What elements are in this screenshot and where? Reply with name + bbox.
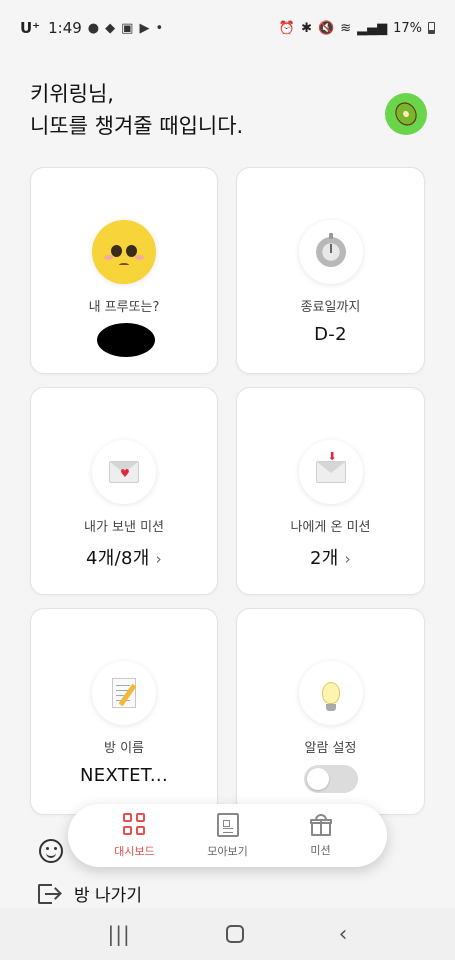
alarm-toggle[interactable] <box>303 765 358 793</box>
avatar[interactable] <box>385 93 427 135</box>
greeting: 키위링님, 니또를 챙겨줄 때입니다. <box>30 78 243 142</box>
gallery-icon: ▣ <box>121 20 134 36</box>
message-icon: ● <box>87 20 100 36</box>
card-alarm: 알람 설정 <box>236 608 425 815</box>
gift-icon <box>309 813 332 836</box>
more-notifications-icon: • <box>155 20 164 36</box>
emoji-circle <box>92 220 156 284</box>
card-label: 내가 보낸 미션 <box>83 520 165 535</box>
leave-room-label: 방 나가기 <box>74 886 142 906</box>
card-room-name[interactable]: 방 이름 NEXTET... <box>30 608 218 815</box>
bottom-tab-bar: 대시보드 모아보기 미션 <box>68 804 387 867</box>
card-label: 나에게 온 미션 <box>290 520 371 535</box>
incoming-envelope-icon: ⬇ <box>315 450 346 483</box>
album-icon <box>216 812 239 837</box>
light-bulb-icon <box>321 682 340 711</box>
battery-icon <box>428 22 435 34</box>
battery-percent: 17% <box>393 20 422 36</box>
received-missions-count: 2개 <box>310 548 339 569</box>
sent-missions-count: 4개/8개 <box>86 548 150 569</box>
clock: 1:49 <box>48 19 82 37</box>
android-nav-bar: ||| ‹ <box>0 908 455 960</box>
tab-label: 미션 <box>310 843 331 857</box>
love-letter-icon: ♥ <box>109 461 139 483</box>
smile-icon[interactable] <box>39 839 63 863</box>
card-my-manito[interactable]: 내 프루또는? <box>30 167 218 374</box>
received-missions-value: 2개 › <box>237 544 424 570</box>
card-deadline: 종료일까지 D-2 <box>236 167 425 374</box>
chevron-right-icon: › <box>155 550 162 568</box>
back-button[interactable]: ‹ <box>339 922 348 947</box>
tab-dashboard[interactable]: 대시보드 <box>100 812 170 859</box>
wifi-icon: ≋ <box>340 20 352 36</box>
sent-missions-value: 4개/8개 › <box>31 544 217 570</box>
icon-circle <box>92 661 156 725</box>
card-label: 종료일까지 <box>300 300 361 315</box>
pleading-face-icon <box>96 224 152 280</box>
room-name-value: NEXTET... <box>80 765 168 786</box>
alarm-icon: ⏰ <box>278 20 296 36</box>
tab-mission[interactable]: 미션 <box>286 813 356 858</box>
dashboard-grid-icon <box>122 812 147 837</box>
status-right: ⏰ ✱ 🔇 ≋ ▂▄▆ 17% <box>279 21 435 36</box>
talk-icon: ◆ <box>105 20 116 36</box>
card-received-missions[interactable]: ⬇ 나에게 온 미션 2개 › <box>236 387 425 595</box>
greeting-line-1: 키위링님, <box>30 82 114 106</box>
signal-icon: ▂▄▆ <box>357 20 388 36</box>
icon-circle <box>298 220 363 284</box>
mute-icon: 🔇 <box>318 20 335 36</box>
recent-apps-button[interactable]: ||| <box>107 922 130 946</box>
timer-icon <box>315 233 346 267</box>
greeting-line-2: 니또를 챙겨줄 때입니다. <box>30 114 244 138</box>
kiwi-icon <box>391 98 421 130</box>
bluetooth-icon: ✱ <box>301 20 312 36</box>
tab-label: 대시보드 <box>114 844 155 858</box>
toggle-knob <box>306 768 329 790</box>
home-button[interactable] <box>225 925 244 943</box>
logout-icon <box>38 882 62 906</box>
card-label: 알람 설정 <box>304 741 357 756</box>
card-label: 방 이름 <box>103 741 144 756</box>
redacted-name <box>97 323 155 357</box>
status-left: U⁺ 1:49 ● ◆ ▣ ▶ • <box>20 19 163 37</box>
deadline-value: D-2 <box>314 324 347 345</box>
icon-circle <box>298 661 363 725</box>
card-label: 내 프루또는? <box>88 300 160 315</box>
icon-circle: ♥ <box>92 440 156 504</box>
chevron-right-icon: › <box>344 550 351 568</box>
carrier-label: U⁺ <box>20 19 41 37</box>
icon-circle: ⬇ <box>298 440 363 504</box>
memo-icon <box>112 678 137 708</box>
leave-room-button[interactable]: 방 나가기 <box>38 881 142 906</box>
tab-collection[interactable]: 모아보기 <box>193 812 263 859</box>
youtube-icon: ▶ <box>139 20 150 36</box>
status-bar: U⁺ 1:49 ● ◆ ▣ ▶ • ⏰ ✱ 🔇 ≋ ▂▄▆ 17% <box>0 0 455 56</box>
card-sent-missions[interactable]: ♥ 내가 보낸 미션 4개/8개 › <box>30 387 218 595</box>
tab-label: 모아보기 <box>207 844 248 858</box>
